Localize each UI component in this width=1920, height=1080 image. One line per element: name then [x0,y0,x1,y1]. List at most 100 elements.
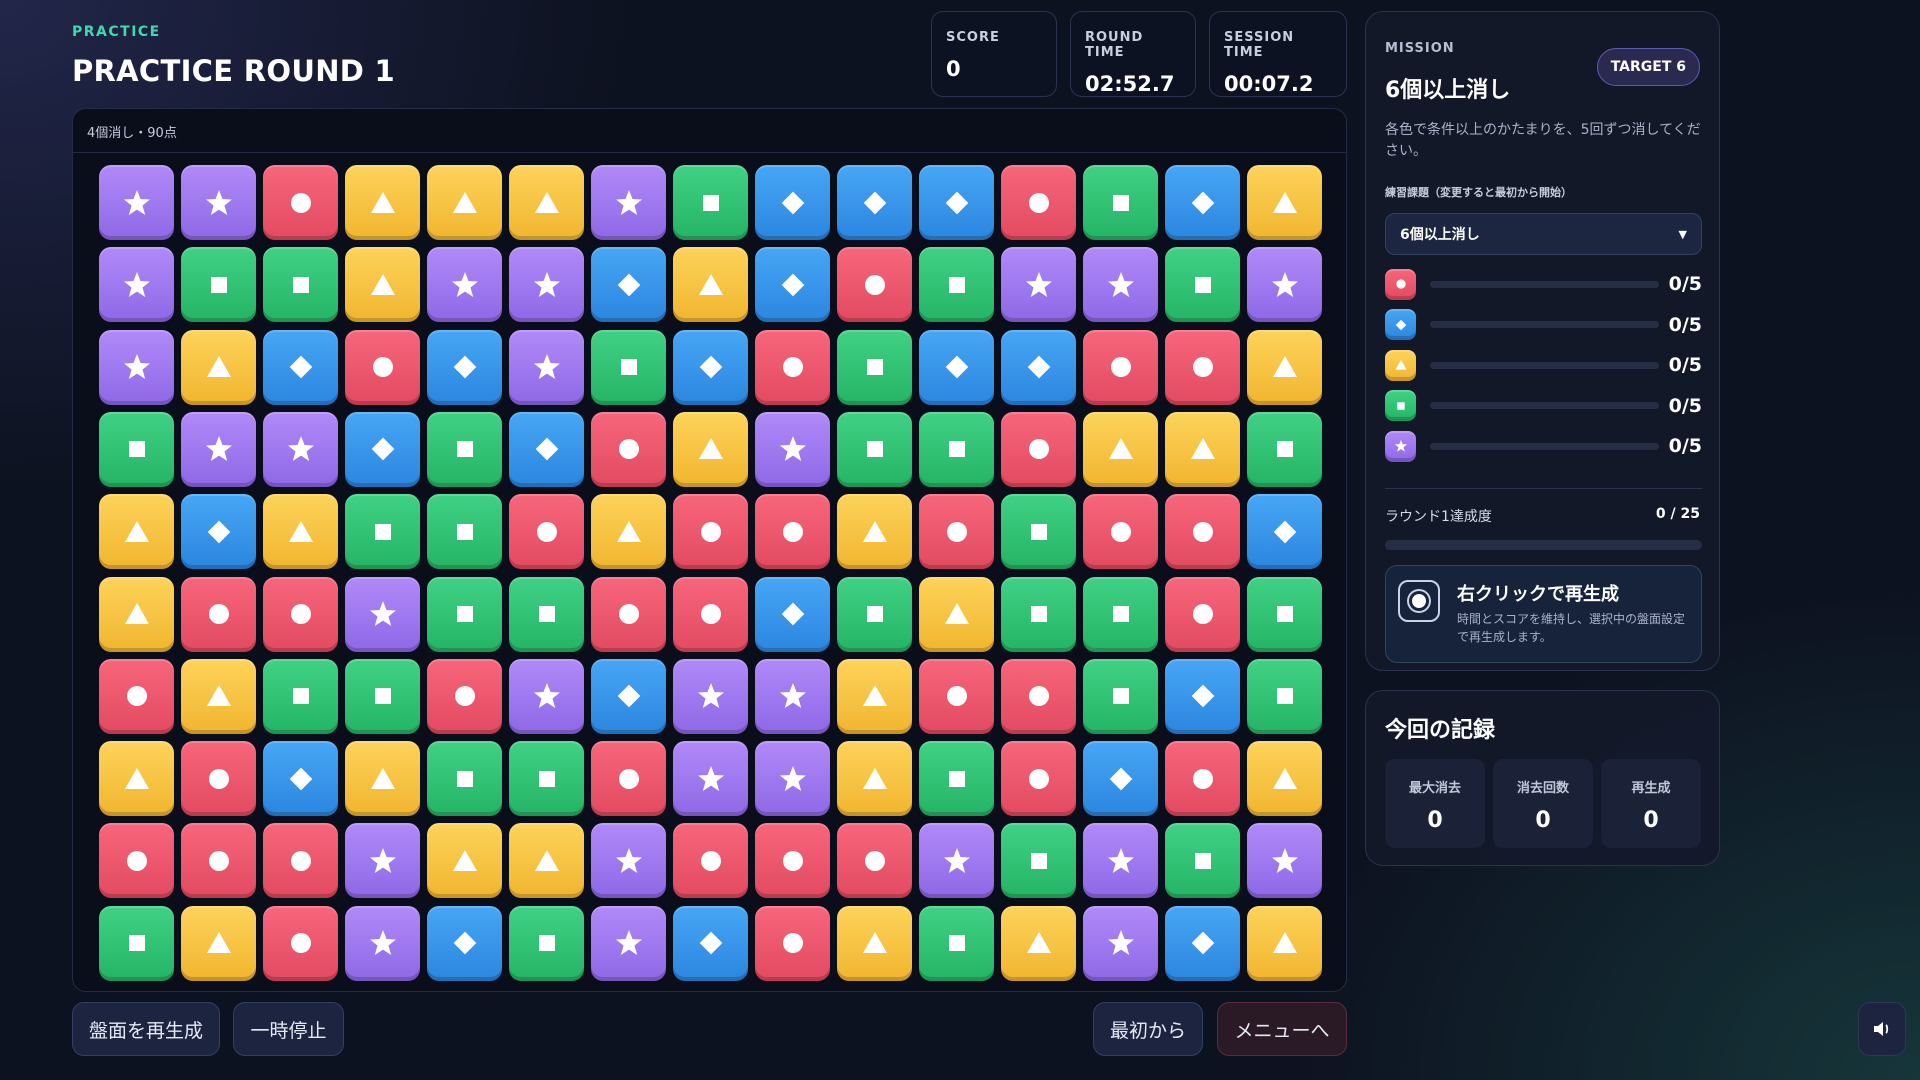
tile-green[interactable] [1001,576,1076,652]
tile-green[interactable] [1083,658,1158,734]
tile-red[interactable] [673,823,748,899]
tile-red[interactable] [755,905,830,981]
tile-red[interactable] [919,658,994,734]
tile-purple[interactable] [755,741,830,817]
tile-yellow[interactable] [181,658,256,734]
tile-blue[interactable] [1165,658,1240,734]
tile-blue[interactable] [263,741,338,817]
tile-blue[interactable] [1247,494,1322,570]
tile-yellow[interactable] [1247,329,1322,405]
tile-red[interactable] [1001,165,1076,240]
tile-purple[interactable] [591,165,666,240]
tile-purple[interactable] [181,411,256,487]
tile-red[interactable] [1001,658,1076,734]
tile-green[interactable] [99,411,174,487]
tile-purple[interactable] [919,823,994,899]
tile-green[interactable] [1165,247,1240,323]
tile-green[interactable] [1083,165,1158,240]
tile-green[interactable] [919,741,994,817]
sound-toggle-button[interactable] [1858,1002,1906,1056]
tile-red[interactable] [755,494,830,570]
tile-yellow[interactable] [919,576,994,652]
tile-blue[interactable] [509,411,584,487]
tile-red[interactable] [263,823,338,899]
tile-purple[interactable] [755,658,830,734]
tile-green[interactable] [1247,576,1322,652]
tile-red[interactable] [837,247,912,323]
tile-purple[interactable] [509,658,584,734]
tile-green[interactable] [427,741,502,817]
tile-red[interactable] [755,329,830,405]
tile-red[interactable] [837,823,912,899]
menu-button[interactable]: メニューへ [1217,1002,1347,1056]
pause-button[interactable]: 一時停止 [233,1002,344,1056]
tile-blue[interactable] [181,494,256,570]
tile-red[interactable] [673,576,748,652]
tile-red[interactable] [181,823,256,899]
tile-yellow[interactable] [345,741,420,817]
tile-green[interactable] [427,576,502,652]
tile-yellow[interactable] [509,165,584,240]
tile-yellow[interactable] [1001,905,1076,981]
tile-yellow[interactable] [345,247,420,323]
tile-yellow[interactable] [673,247,748,323]
tile-blue[interactable] [755,165,830,240]
tile-purple[interactable] [1083,823,1158,899]
tile-green[interactable] [345,494,420,570]
tile-purple[interactable] [263,411,338,487]
tile-red[interactable] [263,576,338,652]
tile-green[interactable] [1001,823,1076,899]
tile-blue[interactable] [1165,165,1240,240]
tile-red[interactable] [1165,329,1240,405]
tile-red[interactable] [1083,329,1158,405]
tile-yellow[interactable] [427,165,502,240]
tile-green[interactable] [919,247,994,323]
tile-blue[interactable] [591,658,666,734]
tile-red[interactable] [99,658,174,734]
tile-purple[interactable] [755,411,830,487]
tile-purple[interactable] [345,905,420,981]
tile-yellow[interactable] [509,823,584,899]
tile-purple[interactable] [673,658,748,734]
tile-red[interactable] [755,823,830,899]
tile-red[interactable] [509,494,584,570]
tile-green[interactable] [1165,823,1240,899]
tile-yellow[interactable] [837,741,912,817]
tile-yellow[interactable] [181,329,256,405]
tile-yellow[interactable] [99,494,174,570]
tile-purple[interactable] [345,576,420,652]
tile-green[interactable] [99,905,174,981]
tile-yellow[interactable] [427,823,502,899]
tile-red[interactable] [345,329,420,405]
tile-purple[interactable] [673,741,748,817]
tile-purple[interactable] [99,247,174,323]
tile-yellow[interactable] [837,905,912,981]
tile-yellow[interactable] [1165,411,1240,487]
tile-purple[interactable] [181,165,256,240]
tile-yellow[interactable] [99,576,174,652]
tile-blue[interactable] [1165,905,1240,981]
tile-red[interactable] [591,411,666,487]
tile-green[interactable] [509,576,584,652]
tile-red[interactable] [1165,741,1240,817]
tile-red[interactable] [1001,741,1076,817]
tile-blue[interactable] [837,165,912,240]
tile-blue[interactable] [1083,741,1158,817]
tile-red[interactable] [181,741,256,817]
tile-red[interactable] [1083,494,1158,570]
tile-green[interactable] [427,494,502,570]
restart-button[interactable]: 最初から [1093,1002,1203,1056]
tile-green[interactable] [427,411,502,487]
tile-blue[interactable] [673,905,748,981]
tile-blue[interactable] [919,329,994,405]
practice-select[interactable]: 6個以上消し ▼ [1385,213,1702,255]
tile-red[interactable] [427,658,502,734]
tile-yellow[interactable] [1247,165,1322,240]
tile-blue[interactable] [427,905,502,981]
tile-purple[interactable] [591,905,666,981]
tile-purple[interactable] [509,329,584,405]
regenerate-board-button[interactable]: 盤面を再生成 [72,1002,220,1056]
tile-purple[interactable] [427,247,502,323]
tile-green[interactable] [509,741,584,817]
tile-red[interactable] [181,576,256,652]
